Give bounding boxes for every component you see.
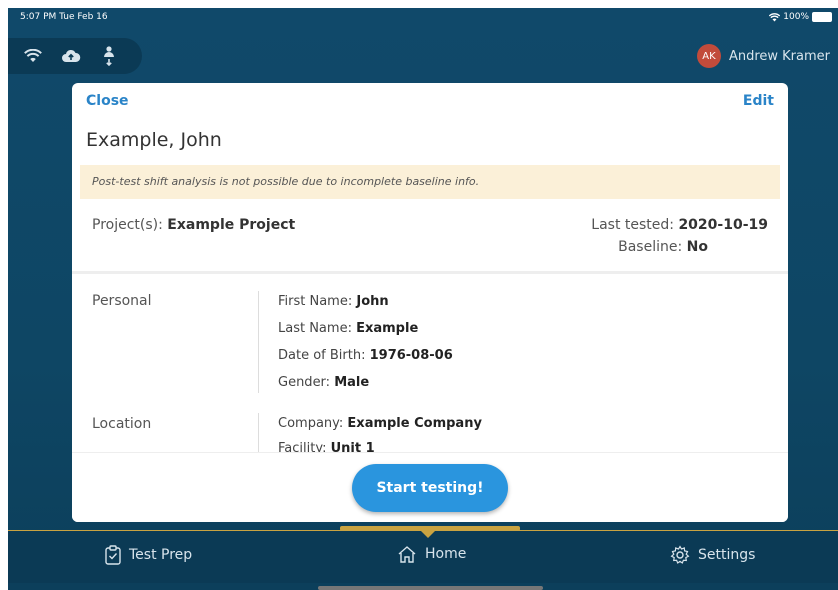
field-value: Example: [356, 321, 419, 336]
clipboard-check-icon: [105, 545, 121, 565]
field-label: Last Name:: [278, 321, 352, 336]
tab-test-prep[interactable]: Test Prep: [105, 545, 192, 565]
field-label: Date of Birth:: [278, 348, 366, 363]
connection-status-pill[interactable]: [8, 38, 142, 74]
status-bar: 5:07 PM Tue Feb 16 100%: [8, 8, 838, 26]
tab-label: Settings: [698, 547, 756, 563]
field-label: Gender:: [278, 375, 331, 390]
field-date-of-birth: Date of Birth: 1976-08-06: [278, 348, 453, 363]
wifi-icon: [22, 45, 44, 67]
field-label: Company:: [278, 416, 344, 431]
tab-label: Home: [425, 546, 467, 562]
section-divider: [258, 291, 259, 393]
baseline-warning-banner: Post-test shift analysis is not possible…: [80, 165, 780, 199]
edit-button[interactable]: Edit: [743, 93, 774, 109]
person-sync-icon: [98, 45, 120, 67]
section-label-location: Location: [92, 416, 152, 432]
avatar: AK: [696, 44, 721, 68]
tab-settings[interactable]: Settings: [670, 545, 755, 565]
last-tested-label: Last tested:: [591, 217, 674, 233]
baseline-label: Baseline:: [618, 239, 683, 255]
home-icon: [398, 546, 416, 563]
last-tested-row: Last tested: 2020-10-19: [591, 217, 768, 233]
field-value: Example Company: [347, 416, 482, 431]
field-gender: Gender: Male: [278, 375, 369, 390]
user-menu[interactable]: AK Andrew Kramer: [696, 44, 830, 68]
status-wifi-icon: [769, 12, 781, 21]
field-value: Male: [334, 375, 370, 390]
field-last-name: Last Name: Example: [278, 321, 418, 336]
active-tab-caret: [420, 530, 436, 538]
section-label-personal: Personal: [92, 293, 152, 309]
patient-name: Example, John: [86, 129, 222, 151]
start-testing-button[interactable]: Start testing!: [352, 464, 508, 512]
patient-detail-modal: Close Edit Example, John Post-test shift…: [72, 83, 788, 522]
baseline-value: No: [686, 239, 708, 255]
tab-label: Test Prep: [129, 547, 193, 563]
baseline-row: Baseline: No: [618, 239, 708, 255]
battery-percent: 100%: [783, 12, 809, 22]
projects-row: Project(s): Example Project: [92, 217, 295, 233]
modal-footer: Start testing!: [72, 452, 788, 522]
field-company: Company: Example Company: [278, 416, 482, 431]
field-value: 1976-08-06: [369, 348, 453, 363]
field-first-name: First Name: John: [278, 294, 389, 309]
home-indicator: [318, 586, 543, 590]
last-tested-value: 2020-10-19: [678, 217, 768, 233]
field-label: First Name:: [278, 294, 353, 309]
status-time-date: 5:07 PM Tue Feb 16: [20, 12, 108, 22]
projects-label: Project(s):: [92, 217, 163, 233]
tab-home[interactable]: Home: [397, 545, 466, 563]
field-value: John: [356, 294, 389, 309]
app-screen: 5:07 PM Tue Feb 16 100% AK Andrew Kramer…: [8, 8, 838, 590]
user-name: Andrew Kramer: [728, 48, 830, 64]
divider: [72, 271, 788, 274]
battery-icon: [812, 12, 832, 22]
projects-value: Example Project: [167, 217, 296, 233]
gear-icon: [670, 545, 690, 564]
cloud-upload-icon: [60, 45, 82, 67]
close-button[interactable]: Close: [86, 93, 129, 109]
status-right: 100%: [769, 8, 832, 26]
section-divider: [258, 413, 259, 453]
